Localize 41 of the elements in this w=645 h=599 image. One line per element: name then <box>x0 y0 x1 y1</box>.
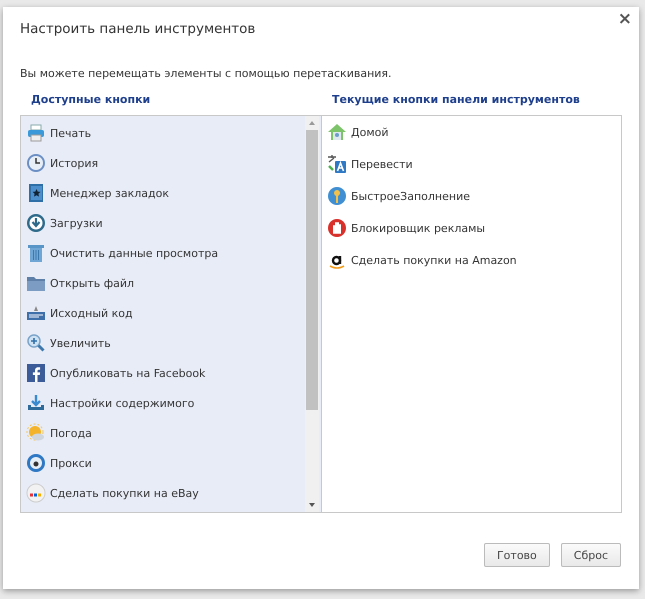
toolbar-button-item[interactable]: Опубликовать на Facebook <box>21 358 305 388</box>
book-icon <box>26 183 46 203</box>
done-button[interactable]: Готово <box>484 543 550 567</box>
house-icon <box>327 122 347 142</box>
key-icon <box>327 186 347 206</box>
trash-icon <box>26 243 46 263</box>
toolbar-button-item[interactable]: Очистить данные просмотра <box>21 238 305 268</box>
scrollbar[interactable] <box>305 116 319 512</box>
reset-button[interactable]: Сброс <box>560 543 621 567</box>
sun-cloud-icon <box>26 423 46 443</box>
printer-icon <box>26 123 46 143</box>
download-icon <box>26 213 46 233</box>
toolbar-button-item[interactable]: Исходный код <box>21 298 305 328</box>
hand-stop-icon <box>327 218 347 238</box>
toolbar-button-item[interactable]: Блокировщик рекламы <box>322 212 621 244</box>
f-letter-icon <box>26 363 46 383</box>
column-heading: Текущие кнопки панели инструментов <box>331 93 581 108</box>
toolbar-button-item[interactable]: Увеличить <box>21 328 305 358</box>
colorful-badge-icon <box>26 483 46 503</box>
tray-download-icon <box>26 393 46 413</box>
toolbar-button-item[interactable]: Домой <box>322 116 621 148</box>
toolbar-button-item[interactable]: Загрузки <box>21 208 305 238</box>
toolbar-button-item[interactable]: Прокси <box>21 448 305 478</box>
scrollbar-thumb[interactable] <box>306 130 318 410</box>
toolbar-button-item[interactable]: Печать <box>21 118 305 148</box>
translate-icon <box>327 154 347 174</box>
toolbar-button-item[interactable]: Открыть файл <box>21 268 305 298</box>
toolbar-button-item[interactable]: БыстроеЗаполнение <box>322 180 621 212</box>
toolbar-button-item[interactable]: Перевести <box>322 148 621 180</box>
instruction-text: Вы можете перемещать элементы с помощью перетаскивания. <box>20 67 393 82</box>
column-heading: Доступные кнопки <box>30 93 152 108</box>
toolbar-button-item[interactable]: История <box>21 148 305 178</box>
toolbar-button-item[interactable]: Сделать покупки на Amazon <box>322 244 621 276</box>
toolbar-button-item[interactable]: Настройки содержимого <box>21 388 305 418</box>
magnifier-icon <box>26 333 46 353</box>
toolbar-button-item[interactable]: Сделать покупки на eBay <box>21 478 305 508</box>
close-button[interactable]: × <box>618 9 632 29</box>
toolbar-button-item[interactable]: Менеджер закладок <box>21 178 305 208</box>
clock-icon <box>26 153 46 173</box>
dialog-title: Настроить панель инструментов <box>20 21 256 37</box>
toolbar-button-item[interactable]: Погода <box>21 418 305 448</box>
